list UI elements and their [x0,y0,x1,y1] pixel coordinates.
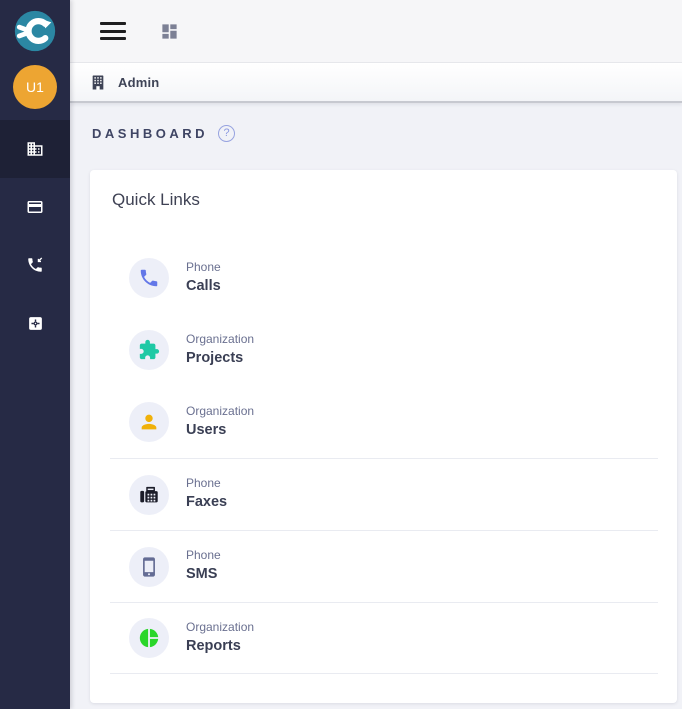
icon-circle [129,330,169,370]
help-icon[interactable]: ? [218,125,235,142]
pie-chart-icon [139,628,159,648]
quick-link-reports[interactable]: Organization Reports [110,602,658,674]
hamburger-icon [100,22,126,25]
sidebar-item-billing[interactable] [0,178,70,236]
quick-link-category: Phone [186,259,221,274]
phone-icon [140,269,158,287]
settings-box-icon [28,316,42,330]
user-avatar[interactable]: U1 [13,65,57,109]
quick-link-faxes[interactable]: Phone Faxes [110,458,658,530]
fax-icon [140,486,158,502]
quick-link-users[interactable]: Organization Users [110,386,658,458]
phone-callback-icon [28,257,43,272]
quick-link-label: Reports [186,637,241,654]
menu-toggle-button[interactable] [100,22,126,40]
dashboard-grid-icon [162,23,177,39]
quick-link-category: Phone [186,548,221,563]
brand-logo-icon [14,10,56,52]
quick-link-label: SMS [186,566,218,583]
smartphone-icon [143,556,155,577]
breadcrumb-bar: Admin [70,62,682,103]
quick-link-category: Organization [186,331,255,346]
quick-links-card: Quick Links Phone Calls Organization Pro [90,170,677,703]
card-title: Quick Links [112,190,200,209]
page-heading: DASHBOARD ? [92,125,235,142]
quick-link-label: Faxes [186,494,228,511]
sidebar: U1 [0,0,70,709]
quick-link-category: Phone [186,476,221,491]
quick-link-label: Projects [186,349,244,366]
sidebar-item-settings[interactable] [0,294,70,352]
topbar [70,0,682,62]
app-logo[interactable] [13,9,57,53]
quick-link-label: Calls [186,277,221,294]
building-icon [92,75,104,89]
sidebar-item-phone[interactable] [0,236,70,294]
person-icon [141,414,157,430]
icon-circle [129,618,169,658]
icon-circle [129,474,169,515]
apps-button[interactable] [160,22,179,41]
quick-link-projects[interactable]: Organization Projects [110,314,658,386]
sidebar-nav [0,120,70,352]
puzzle-icon [139,339,160,360]
quick-links-list: Phone Calls Organization Projects Organi… [90,242,677,674]
quick-link-category: Organization [186,403,255,418]
credit-card-icon [27,201,43,213]
quick-link-calls[interactable]: Phone Calls [110,242,658,314]
breadcrumb[interactable]: Admin [118,75,159,90]
page-title: DASHBOARD [92,126,208,141]
quick-link-sms[interactable]: Phone SMS [110,530,658,602]
icon-circle [129,402,169,442]
avatar-initials: U1 [26,79,44,95]
domain-icon [27,142,43,156]
icon-circle [129,258,169,298]
quick-link-category: Organization [186,619,255,634]
icon-circle [129,546,169,587]
sidebar-item-admin[interactable] [0,120,70,178]
quick-link-label: Users [186,421,227,438]
